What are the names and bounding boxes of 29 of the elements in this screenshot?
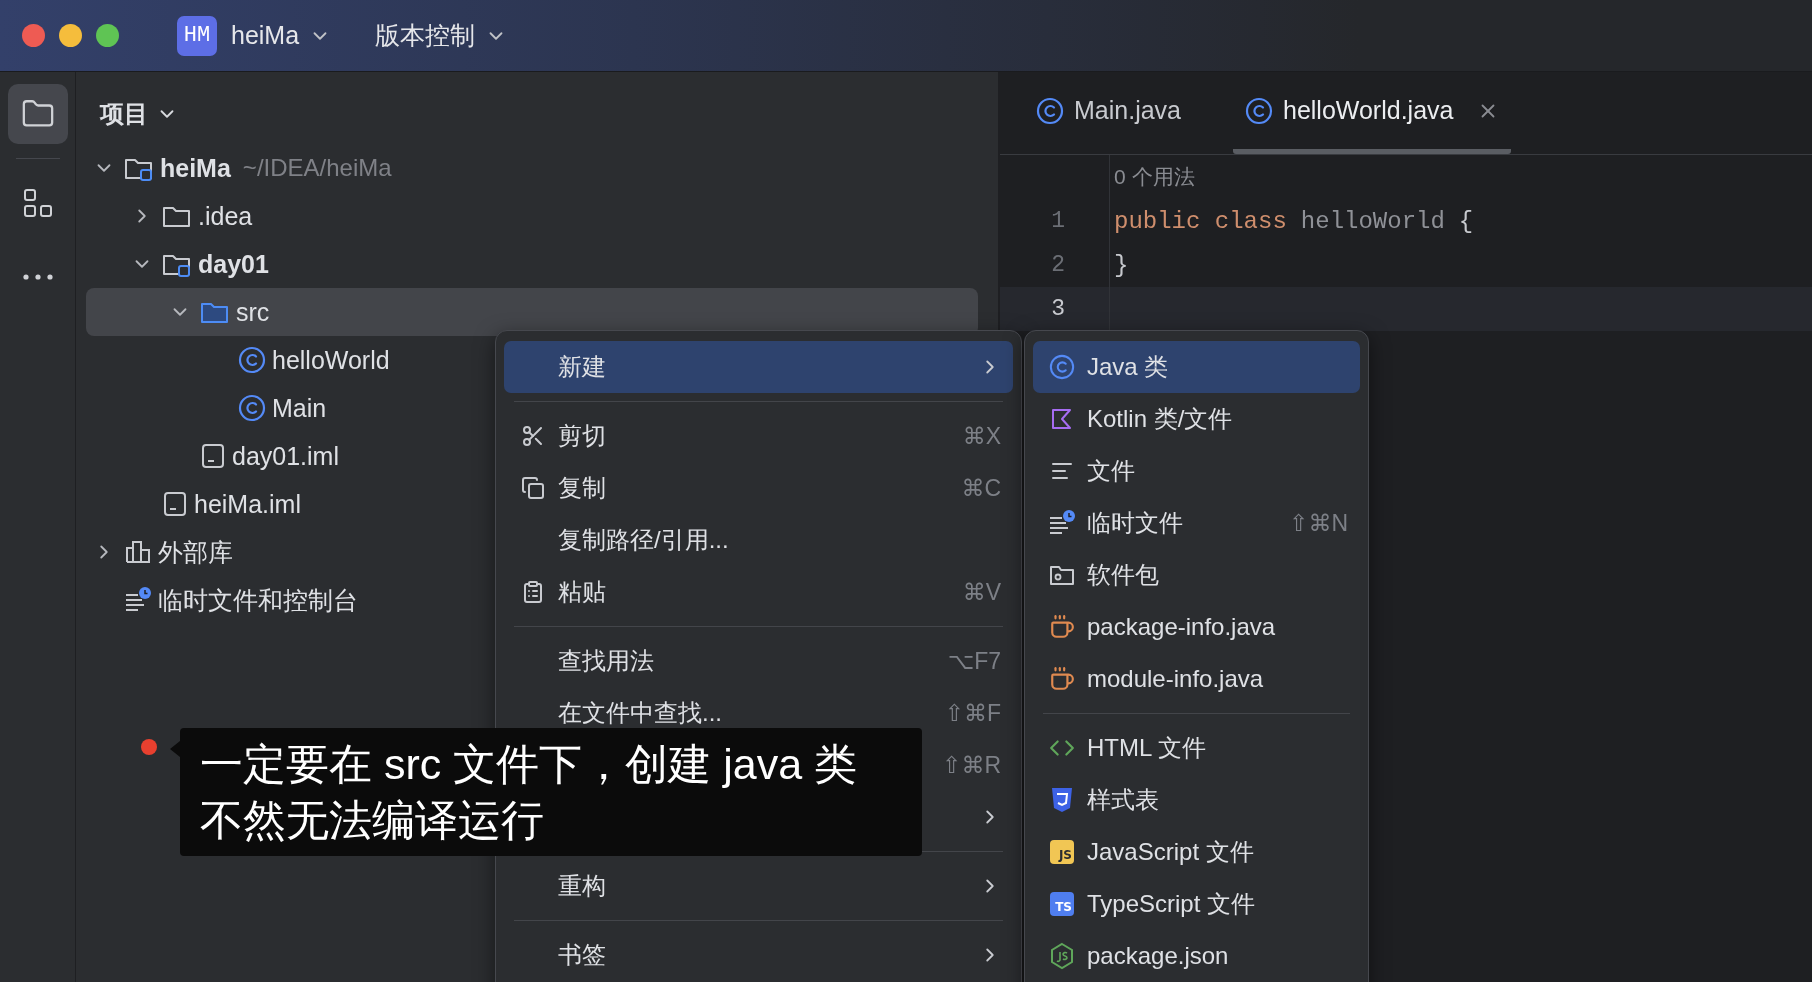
shortcut-text: ⇧⌘N: [1289, 509, 1348, 537]
subtitle-tooltip: 一定要在 src 文件下，创建 java 类 不然无法编译运行: [180, 728, 922, 856]
shortcut-text: ⌘V: [962, 578, 1001, 606]
tree-label: src: [236, 297, 270, 327]
tree-label: heiMa: [160, 153, 231, 183]
line-number: 3: [1000, 287, 1109, 331]
code-token: helloWorld: [1300, 207, 1445, 235]
code-token: public class: [1114, 207, 1287, 235]
code-token: }: [1114, 251, 1129, 279]
shortcut-text: ⌘C: [961, 474, 1001, 502]
tree-label: day01.iml: [232, 441, 339, 471]
code-token: {: [1458, 207, 1474, 235]
usage-hint: 0 个用法: [1113, 164, 1196, 190]
tree-label: heiMa.iml: [194, 489, 301, 519]
shortcut-text: ⌘X: [962, 422, 1001, 450]
tree-label: 临时文件和控制台: [158, 584, 358, 616]
tree-label: helloWorld: [272, 345, 390, 375]
path-hint: ~/IDEA/heiMa: [242, 154, 392, 182]
line-number: 2: [1050, 251, 1066, 280]
ts-badge: TS: [1050, 892, 1074, 916]
line-number: 1: [1050, 207, 1066, 236]
tree-label: Main: [272, 393, 327, 423]
shortcut-text: ⌥F7: [947, 647, 1001, 675]
js-badge: JS: [1050, 840, 1074, 864]
tree-label: 外部库: [158, 536, 233, 568]
project-badge: HM: [177, 15, 217, 56]
shortcut-text: ⇧⌘F: [944, 699, 1001, 727]
tree-label: .idea: [198, 201, 253, 231]
tree-label: day01: [198, 249, 269, 279]
